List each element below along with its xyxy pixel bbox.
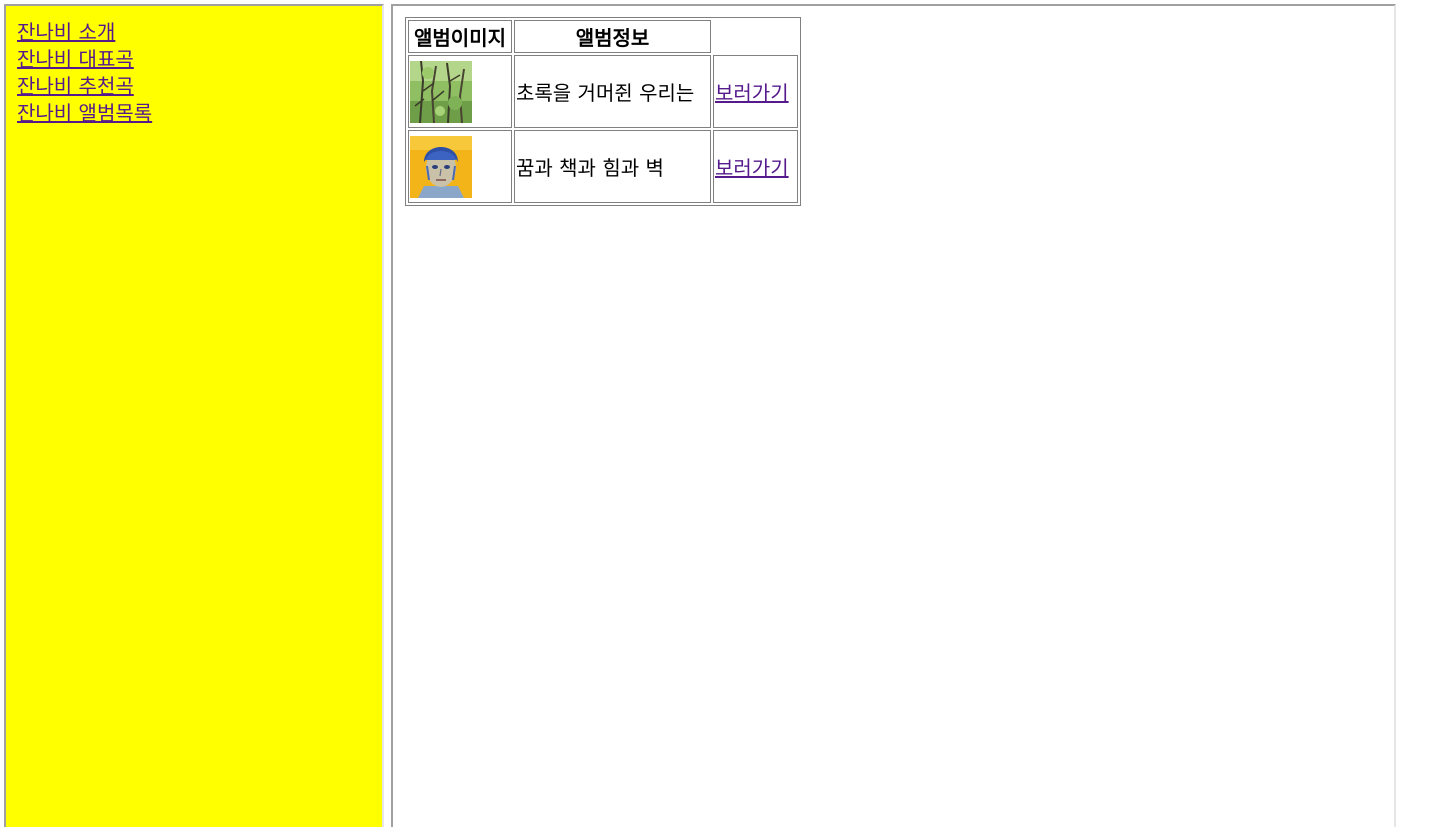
nav-list: 잔나비 소개 잔나비 대표곡 잔나비 추천곡 잔나비 앨범목록 [17,19,152,127]
album-info-cell: 초록을 거머쥔 우리는 [514,55,711,128]
nav-link-recommended-songs[interactable]: 잔나비 추천곡 [17,73,152,100]
nav-link-intro[interactable]: 잔나비 소개 [17,19,152,46]
header-blank [713,20,798,53]
header-album-image: 앨범이미지 [408,20,512,53]
table-row: 꿈과 책과 힘과 벽 보러가기 [408,130,798,203]
nav-link-album-list[interactable]: 잔나비 앨범목록 [17,100,152,127]
main-content-frame: 앨범이미지 앨범정보 초록을 거머쥔 우리는 보러가기 꿈과 책과 힘과 벽 보… [391,4,1396,827]
album-cover-blue-face-image [410,135,472,198]
frameset: 잔나비 소개 잔나비 대표곡 잔나비 추천곡 잔나비 앨범목록 앨범이미지 앨범… [0,0,1430,827]
table-row: 초록을 거머쥔 우리는 보러가기 [408,55,798,128]
album-link-cell: 보러가기 [713,55,798,128]
table-header-row: 앨범이미지 앨범정보 [408,20,798,53]
album-image-cell [408,130,512,203]
header-album-info: 앨범정보 [514,20,711,53]
nav-link-representative-songs[interactable]: 잔나비 대표곡 [17,46,152,73]
view-album-link[interactable]: 보러가기 [715,81,789,105]
view-album-link[interactable]: 보러가기 [715,156,789,180]
album-image-cell [408,55,512,128]
album-table: 앨범이미지 앨범정보 초록을 거머쥔 우리는 보러가기 꿈과 책과 힘과 벽 보… [405,17,801,206]
album-link-cell: 보러가기 [713,130,798,203]
left-nav-frame: 잔나비 소개 잔나비 대표곡 잔나비 추천곡 잔나비 앨범목록 [4,4,384,827]
album-info-cell: 꿈과 책과 힘과 벽 [514,130,711,203]
album-cover-green-trees-image [410,60,472,123]
